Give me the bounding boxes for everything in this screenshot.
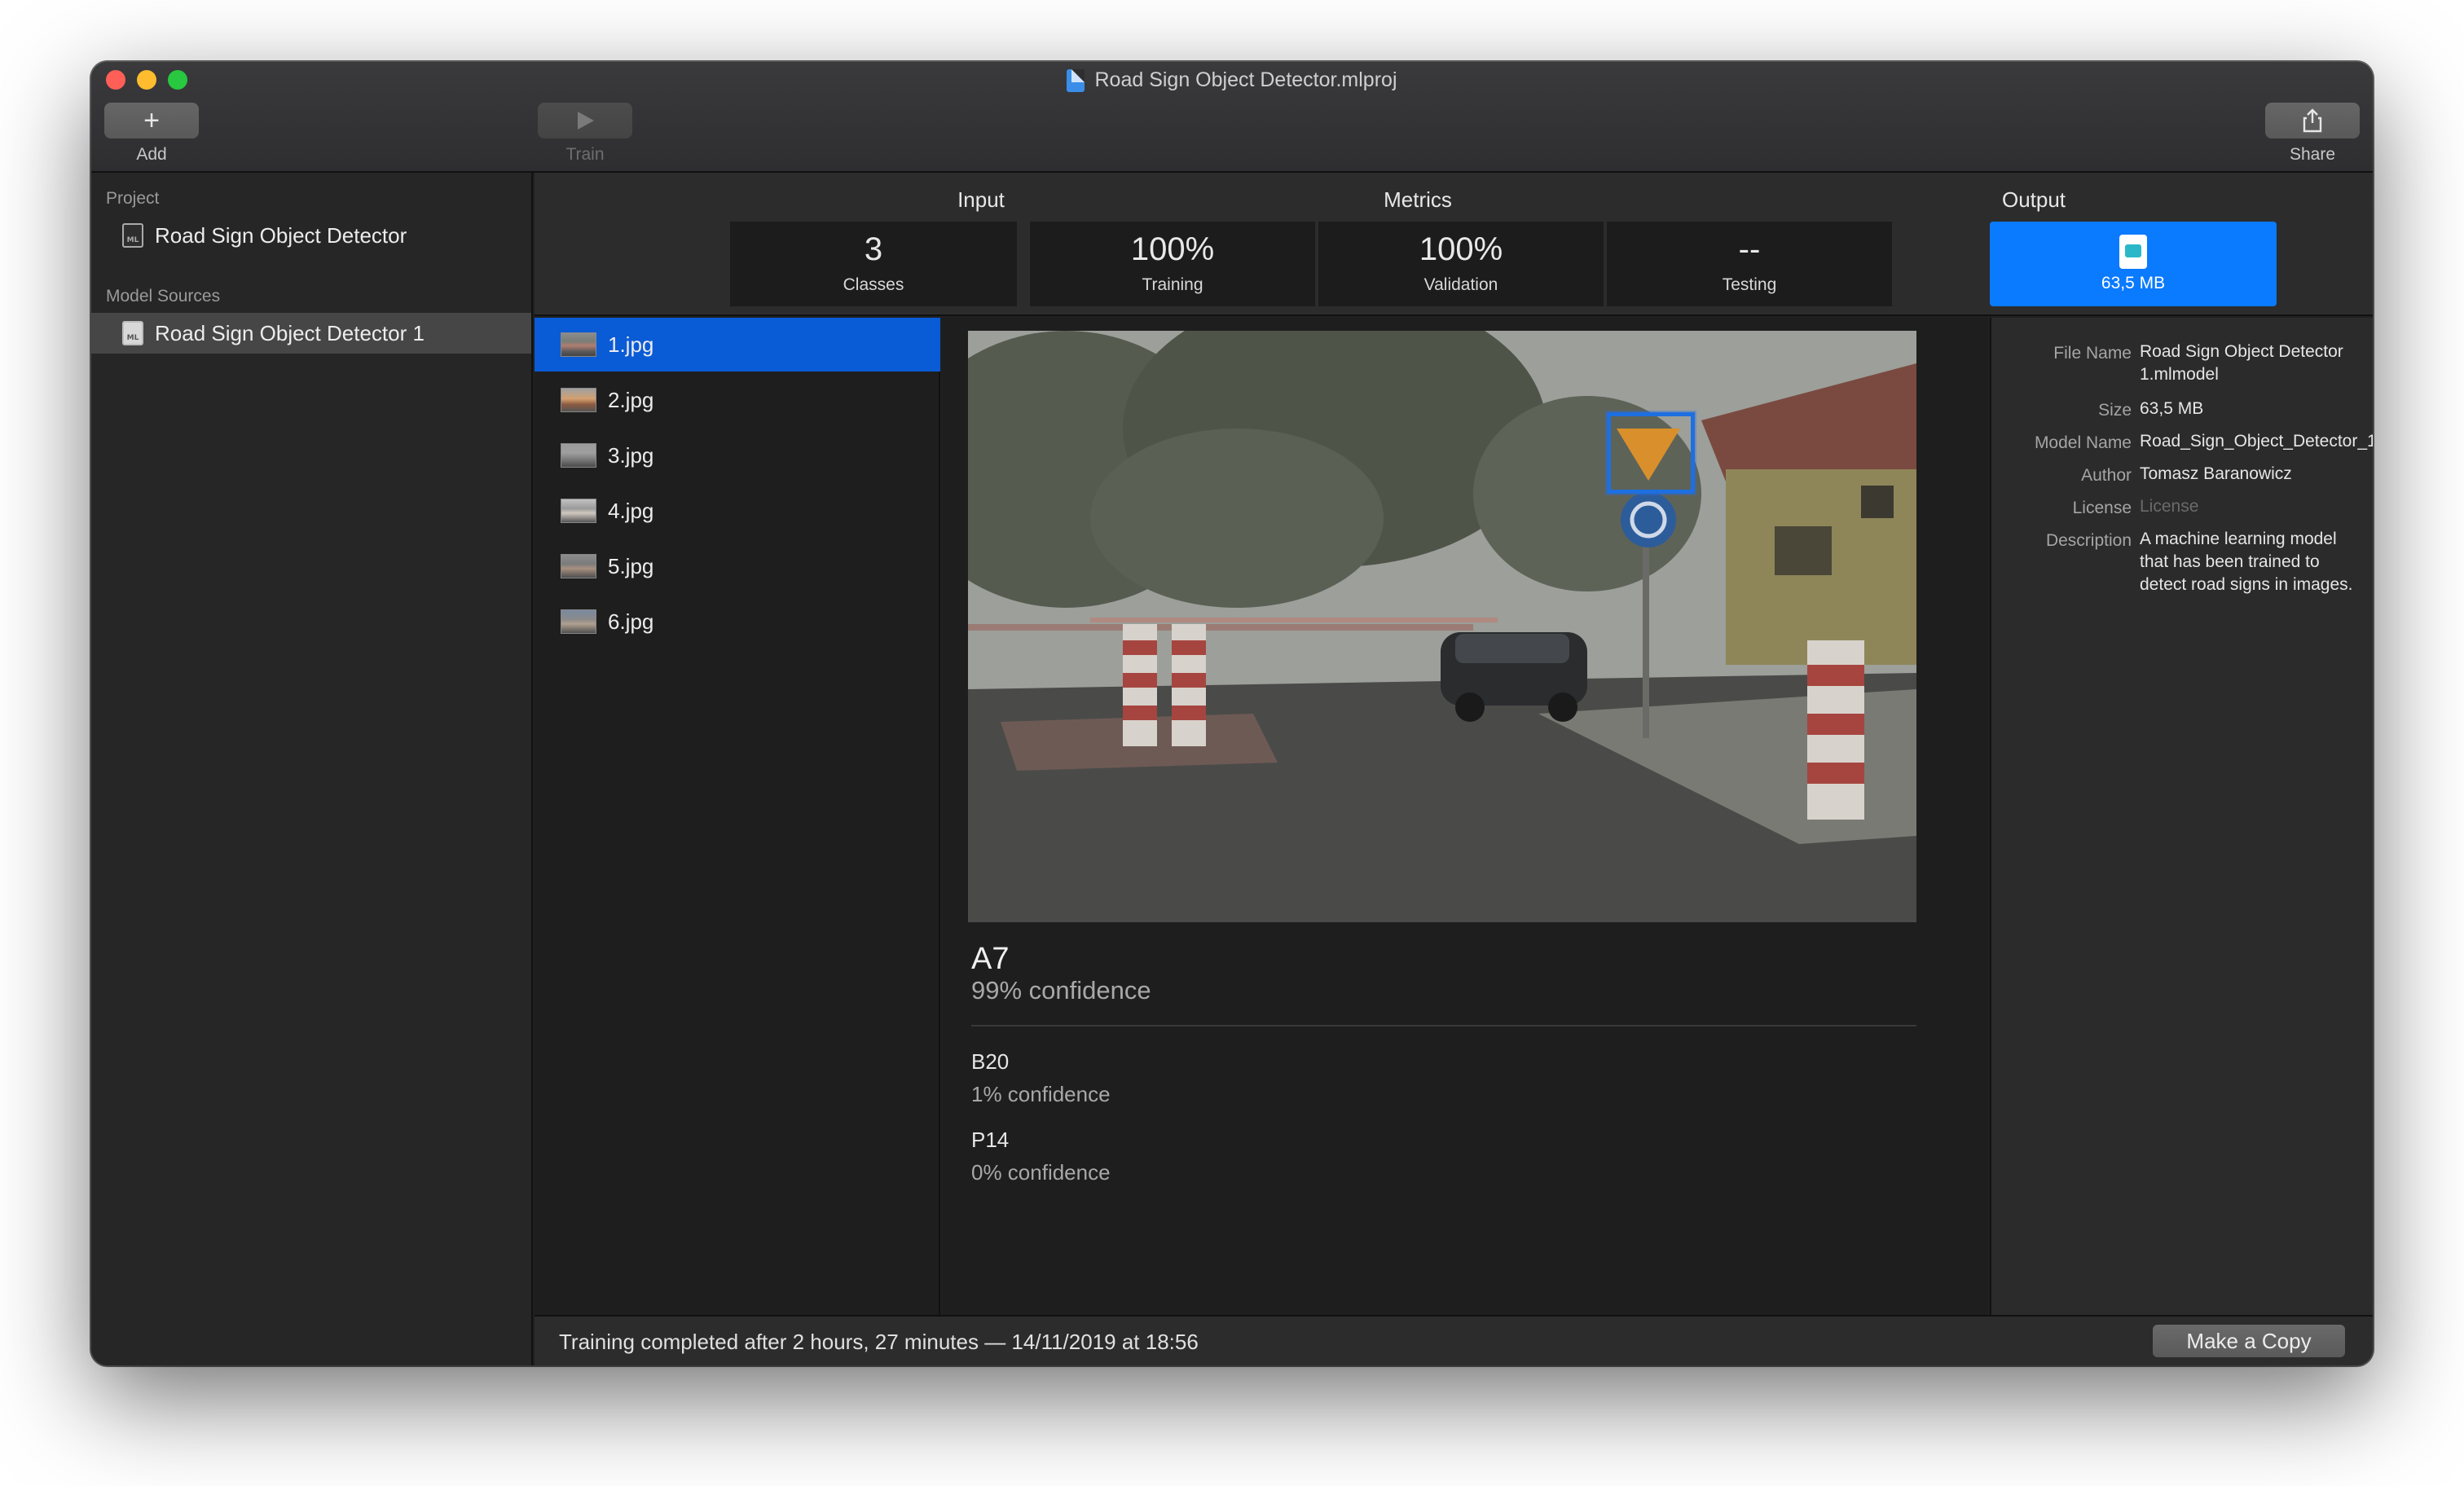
share-icon bbox=[2303, 108, 2322, 133]
share-label: Share bbox=[2289, 145, 2336, 164]
classes-tile[interactable]: 3 Classes bbox=[730, 222, 1017, 306]
alternative-confidence: 1% confidence bbox=[971, 1082, 1111, 1106]
description-key: Description bbox=[2045, 531, 2132, 550]
file-name: 1.jpg bbox=[608, 332, 654, 357]
project-heading: Project bbox=[106, 189, 160, 208]
toolbar: Road Sign Object Detector.mlproj + Add T… bbox=[91, 62, 2373, 173]
model-source-name: Road Sign Object Detector 1 bbox=[155, 320, 425, 345]
image-thumbnail bbox=[561, 609, 596, 634]
project-name: Road Sign Object Detector bbox=[155, 222, 407, 248]
list-item[interactable]: 2.jpg bbox=[535, 373, 940, 427]
train-label: Train bbox=[565, 145, 605, 164]
file-name: 6.jpg bbox=[608, 609, 654, 634]
plus-icon: + bbox=[143, 105, 160, 136]
list-item[interactable]: 3.jpg bbox=[535, 429, 940, 482]
size-value: 63,5 MB bbox=[2140, 399, 2204, 418]
image-thumbnail bbox=[561, 388, 596, 412]
file-name: 5.jpg bbox=[608, 553, 654, 578]
training-status-text: Training completed after 2 hours, 27 min… bbox=[559, 1330, 1199, 1354]
file-name-key: File Name bbox=[2053, 344, 2132, 363]
file-name: 4.jpg bbox=[608, 498, 654, 523]
model-info-panel: File Name Road Sign Object Detector 1.ml… bbox=[1990, 318, 2373, 1315]
output-size: 63,5 MB bbox=[2101, 274, 2166, 292]
list-item[interactable]: 1.jpg bbox=[535, 318, 940, 372]
classes-label: Classes bbox=[843, 275, 904, 294]
validation-tile[interactable]: 100% Validation bbox=[1318, 222, 1604, 306]
add-label: Add bbox=[136, 145, 167, 164]
detection-bounding-box[interactable] bbox=[1607, 412, 1695, 494]
testing-label: Testing bbox=[1722, 275, 1777, 294]
preview-pane: A7 99% confidence B20 1% confidence P14 … bbox=[942, 318, 1988, 1315]
road-scene-photo bbox=[968, 331, 1916, 922]
metrics-heading: Metrics bbox=[1384, 187, 1452, 212]
window-title-bar: Road Sign Object Detector.mlproj bbox=[91, 68, 2373, 92]
app-window: Road Sign Object Detector.mlproj + Add T… bbox=[91, 62, 2373, 1365]
mlproj-document-icon bbox=[1067, 68, 1085, 92]
validation-value: 100% bbox=[1419, 231, 1503, 267]
window-title: Road Sign Object Detector.mlproj bbox=[1094, 68, 1397, 91]
alternative-class: B20 bbox=[971, 1049, 1010, 1074]
project-file-icon: ML bbox=[122, 223, 143, 248]
training-tile[interactable]: 100% Training bbox=[1030, 222, 1315, 306]
image-thumbnail bbox=[561, 332, 596, 357]
classes-value: 3 bbox=[864, 231, 883, 267]
list-item[interactable]: 4.jpg bbox=[535, 484, 940, 538]
sidebar-item-project[interactable]: ML Road Sign Object Detector bbox=[91, 215, 531, 256]
play-icon bbox=[578, 112, 594, 130]
status-bar: Training completed after 2 hours, 27 min… bbox=[535, 1315, 2373, 1365]
train-button[interactable] bbox=[538, 103, 632, 138]
model-sources-heading: Model Sources bbox=[106, 287, 221, 306]
sidebar-item-model-source[interactable]: ML Road Sign Object Detector 1 bbox=[91, 313, 531, 354]
testing-tile[interactable]: -- Testing bbox=[1607, 222, 1892, 306]
image-thumbnail bbox=[561, 499, 596, 523]
stats-header: Input Metrics Output 3 Classes 100% Trai… bbox=[535, 173, 2373, 316]
top-prediction-confidence: 99% confidence bbox=[971, 976, 1151, 1005]
validation-label: Validation bbox=[1423, 275, 1498, 294]
list-item[interactable]: 6.jpg bbox=[535, 595, 940, 648]
testing-value: -- bbox=[1738, 231, 1761, 267]
sidebar: Project ML Road Sign Object Detector Mod… bbox=[91, 173, 533, 1365]
training-value: 100% bbox=[1130, 231, 1215, 267]
description-value: A machine learning model that has been t… bbox=[2140, 530, 2353, 594]
alternative-confidence: 0% confidence bbox=[971, 1160, 1111, 1185]
author-value: Tomasz Baranowicz bbox=[2140, 464, 2292, 483]
license-key: License bbox=[2072, 499, 2132, 517]
top-prediction-class: A7 bbox=[971, 942, 1010, 976]
model-name-key: Model Name bbox=[2034, 433, 2132, 452]
road-scene-illustration bbox=[968, 331, 1916, 922]
share-button[interactable] bbox=[2265, 103, 2360, 138]
add-button[interactable]: + bbox=[104, 103, 199, 138]
license-field[interactable]: License bbox=[2140, 495, 2368, 518]
file-name: 3.jpg bbox=[608, 442, 654, 468]
training-label: Training bbox=[1142, 275, 1203, 294]
output-heading: Output bbox=[2001, 187, 2066, 212]
file-name-value: Road Sign Object Detector 1.mlmodel bbox=[2140, 342, 2343, 384]
mlmodel-file-icon bbox=[2119, 235, 2147, 269]
list-item[interactable]: 5.jpg bbox=[535, 539, 940, 593]
image-file-list: 1.jpg 2.jpg 3.jpg 4.jpg 5.jpg 6.jpg + bbox=[535, 318, 940, 1365]
size-key: Size bbox=[2098, 401, 2132, 420]
model-file-icon: ML bbox=[122, 321, 143, 345]
output-tile[interactable]: 63,5 MB bbox=[1990, 222, 2277, 306]
prediction-divider bbox=[971, 1025, 1916, 1027]
image-thumbnail bbox=[561, 554, 596, 578]
image-thumbnail bbox=[561, 443, 596, 468]
make-a-copy-button[interactable]: Make a Copy bbox=[2153, 1325, 2345, 1357]
model-name-value: Road_Sign_Object_Detector_1 bbox=[2140, 432, 2373, 451]
author-key: Author bbox=[2081, 466, 2132, 485]
file-name: 2.jpg bbox=[608, 387, 654, 412]
alternative-class: P14 bbox=[971, 1128, 1010, 1152]
